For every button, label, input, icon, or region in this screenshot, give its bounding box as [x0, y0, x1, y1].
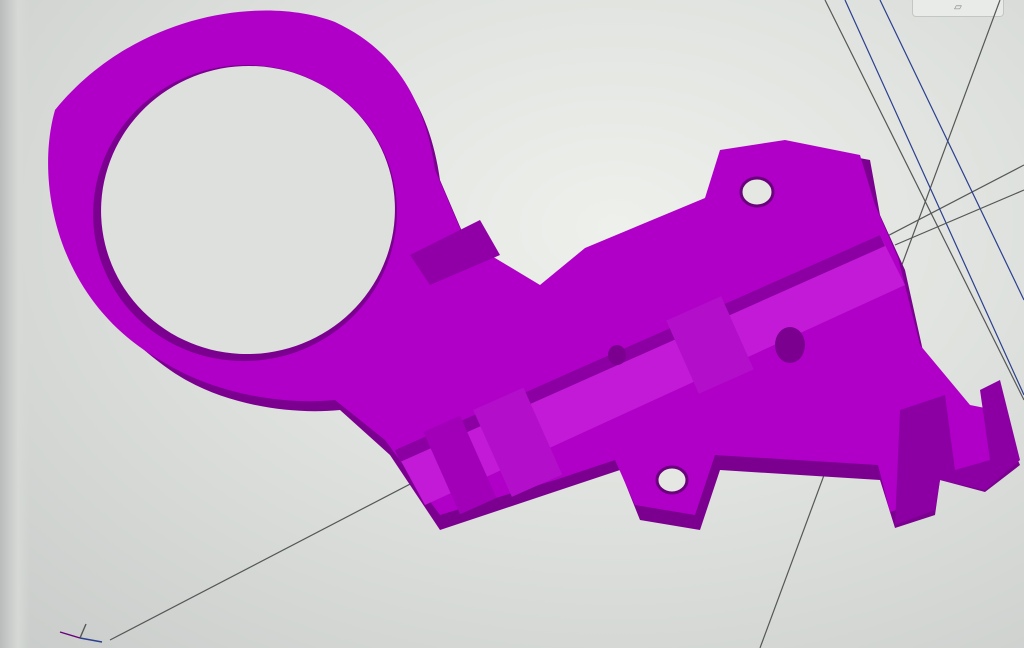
- axis-triad-icon: [50, 618, 110, 644]
- cad-viewport[interactable]: ▱: [0, 0, 1024, 648]
- magenta-bracket-part[interactable]: [48, 10, 1020, 530]
- mounting-hole-bottom: [655, 465, 689, 495]
- mounting-hole-top: [739, 176, 775, 208]
- cross-hole: [775, 327, 805, 363]
- 3d-scene[interactable]: [0, 0, 1024, 648]
- cross-hole: [608, 345, 626, 365]
